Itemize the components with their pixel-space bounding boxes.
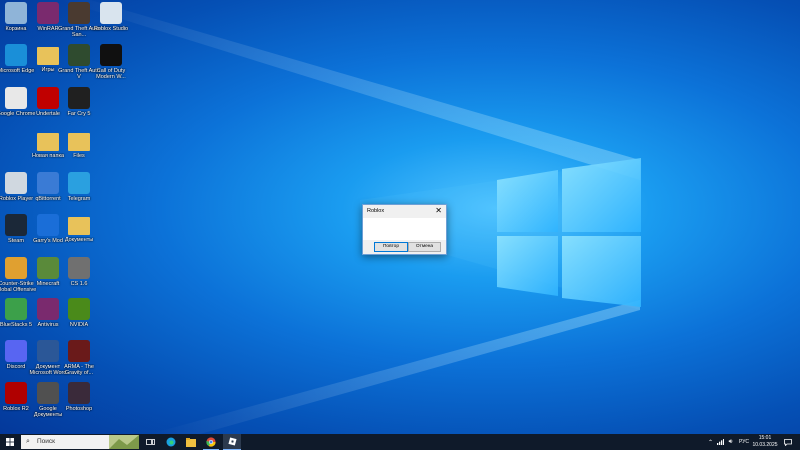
folder-icon (68, 133, 90, 151)
taskbar-roblox[interactable] (223, 434, 241, 450)
folder-icon (68, 217, 90, 235)
search-input[interactable]: Поиск (37, 438, 55, 445)
garrys-mod-icon (37, 214, 59, 236)
desktop-icon[interactable]: ARMA - The Gravity of... (58, 340, 100, 376)
qbittorrent-icon (37, 172, 59, 194)
desktop-icon[interactable]: Files (58, 130, 100, 159)
network-icon[interactable] (716, 434, 725, 450)
desktop-icon-label: Far Cry 5 (67, 111, 91, 117)
gta-v-icon (68, 44, 90, 66)
volume-icon[interactable]: 🔊︎ (726, 434, 735, 450)
desktop-icon[interactable]: Telegram (58, 172, 100, 202)
word-icon (37, 340, 59, 362)
desktop-icon-label: Telegram (67, 196, 91, 202)
modern-warfare-icon (100, 44, 122, 66)
cs16-icon (68, 257, 90, 279)
clock-date[interactable]: 10.03.2025 (752, 442, 778, 448)
taskbar-chrome[interactable] (203, 434, 219, 450)
roblox-dialog: Roblox ✕ Повтор Отмена (362, 204, 447, 255)
telegram-icon (68, 172, 90, 194)
task-view-button[interactable] (142, 434, 158, 450)
desktop-icon-label: Files (73, 153, 85, 159)
desktop-icon-label: Документы (64, 237, 94, 243)
dialog-body (363, 218, 446, 240)
desktop-icon[interactable]: Документы (58, 214, 100, 243)
file-explorer-icon (186, 437, 196, 447)
dialog-title: Roblox (367, 208, 385, 214)
discord-icon (5, 340, 27, 362)
desktop-icon[interactable]: Call of Duty Modern W... (90, 44, 132, 80)
windows-start-icon (6, 438, 14, 446)
recycle-bin-icon (5, 2, 27, 24)
roblox-player-icon (5, 172, 27, 194)
taskbar-explorer[interactable] (183, 434, 199, 450)
photoshop-icon (68, 382, 90, 404)
minecraft-icon (37, 257, 59, 279)
desktop-icon[interactable]: NVIDIA (58, 298, 100, 328)
winrar-icon (37, 2, 59, 24)
docs-icon (37, 382, 59, 404)
desktop-icon-label: Photoshop (65, 406, 93, 412)
folder-icon (37, 133, 59, 151)
chrome-icon (5, 87, 27, 109)
nvidia-icon (68, 298, 90, 320)
roblox-studio-icon (100, 2, 122, 24)
desktop[interactable]: Корзина WinRAR Grand Theft Auto San... Robl… (0, 0, 800, 434)
cancel-button[interactable]: Отмена (408, 242, 441, 252)
desktop-icon-label: NVIDIA (69, 322, 89, 328)
notification-icon (784, 438, 792, 446)
desktop-icon-label: Roblox Studio (93, 26, 129, 32)
search-icon: ⌕ (26, 438, 30, 445)
desktop-icon-label: CS 1.6 (70, 281, 88, 287)
steam-icon (5, 214, 27, 236)
desktop-icon-label: ARMA - The Gravity of... (64, 364, 94, 377)
chrome-icon (206, 436, 216, 447)
gta-sa-icon (68, 2, 90, 24)
search-highlight-image (109, 435, 139, 449)
chevron-up-icon: ⌃ (707, 439, 714, 446)
desktop-icon[interactable]: CS 1.6 (58, 257, 100, 287)
undertale-icon (37, 87, 59, 109)
r2-icon (5, 382, 27, 404)
edge-icon (5, 44, 27, 66)
far-cry-5-icon (68, 87, 90, 109)
winrar-icon (37, 298, 59, 320)
task-view-icon (145, 439, 155, 445)
clock-time[interactable]: 15:01 (752, 435, 778, 441)
start-button[interactable] (0, 434, 20, 450)
taskbar: ⌕ Поиск ⌃ 🔊︎ РУС 15:01 10.03.2025 (0, 434, 800, 450)
retry-button[interactable]: Повтор (374, 242, 408, 252)
desktop-icon[interactable]: Far Cry 5 (58, 87, 100, 117)
folder-icon (37, 47, 59, 65)
bluestacks-icon (5, 298, 27, 320)
close-icon[interactable]: ✕ (435, 206, 442, 215)
notifications-button[interactable] (782, 434, 794, 450)
desktop-icon[interactable]: Photoshop (58, 382, 100, 412)
desktop-icon[interactable]: Roblox Studio (90, 2, 132, 32)
edge-icon (166, 437, 176, 447)
roblox-icon (227, 437, 237, 446)
show-hidden-icons-button[interactable]: ⌃ (706, 434, 715, 450)
taskbar-edge[interactable] (163, 434, 179, 450)
csgo-icon (5, 257, 27, 279)
search-box[interactable]: ⌕ Поиск (21, 435, 139, 449)
language-indicator[interactable]: РУС (737, 439, 751, 445)
game-icon (68, 340, 90, 362)
desktop-icon-label: Call of Duty Modern W... (96, 68, 126, 81)
